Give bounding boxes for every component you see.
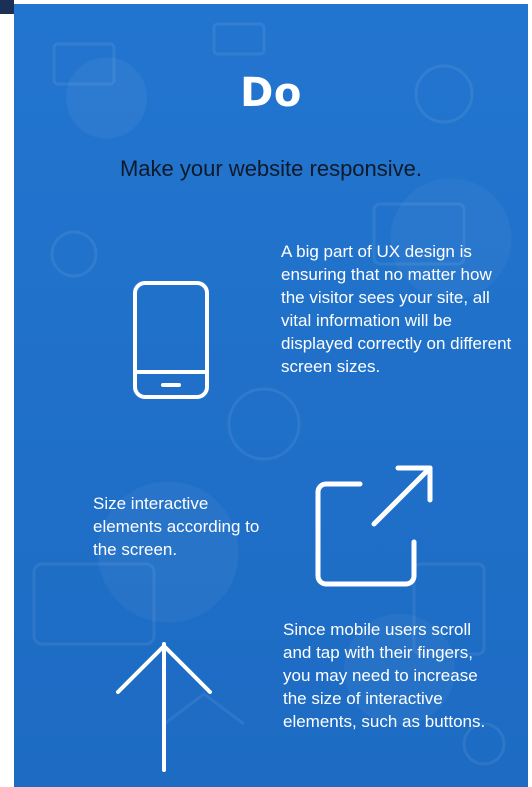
corner-strip	[0, 0, 14, 14]
external-link-icon	[315, 465, 433, 587]
mobile-users-paragraph: Since mobile users scroll and tap with t…	[283, 620, 486, 731]
arrow-up-icon	[116, 642, 212, 772]
ux-design-paragraph: A big part of UX design is ensuring that…	[281, 242, 512, 376]
smartphone-icon	[133, 281, 209, 399]
page-title: Do	[240, 70, 302, 116]
right-edge	[528, 0, 532, 787]
infographic-panel: Do Make your website responsive. A big p…	[14, 4, 528, 787]
page-subtitle: Make your website responsive.	[119, 156, 423, 181]
size-interactive-paragraph: Size interactive elements according to t…	[93, 494, 260, 559]
